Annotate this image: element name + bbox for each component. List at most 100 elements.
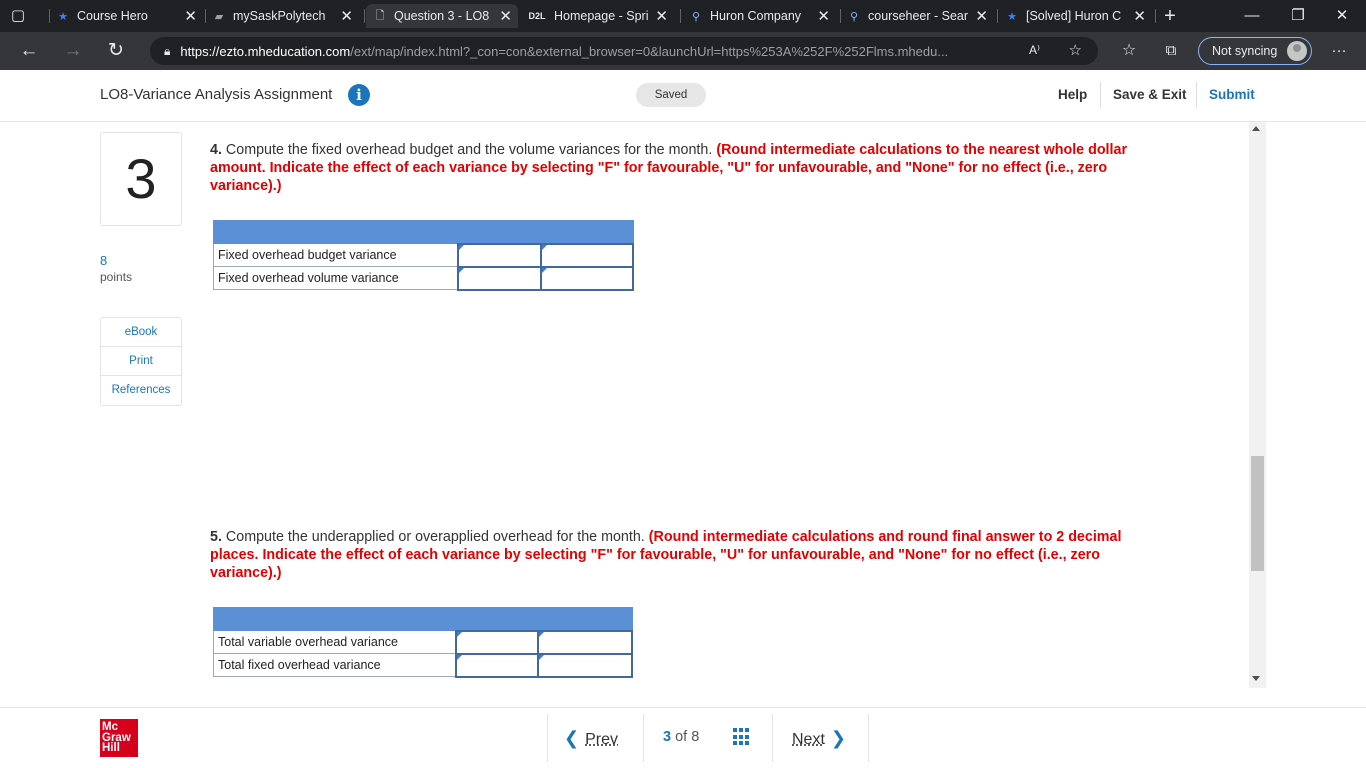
document-icon: 🗋 [375, 9, 385, 22]
add-favorite-icon[interactable]: ☆ [1069, 41, 1082, 59]
star-icon: ★ [1007, 10, 1017, 23]
question-5-prompt: 5. Compute the underapplied or overappli… [210, 528, 1160, 582]
search-icon: ⚲ [849, 10, 859, 23]
tab-mysaskpolytech[interactable]: ▰ mySaskPolytech ✕ [211, 4, 359, 28]
tab-solved-huron[interactable]: ★ [Solved] Huron C ✕ [1004, 4, 1152, 28]
table-row: Total variable overhead variance [212, 629, 633, 655]
close-icon[interactable]: ✕ [499, 7, 512, 25]
question-4-prompt: 4. Compute the fixed overhead budget and… [210, 141, 1160, 195]
footer-nav: Mc Graw Hill ❮ Prev 3 of 8 Next ❯ [0, 707, 1366, 768]
next-button[interactable]: Next ❯ [792, 728, 846, 749]
tab-homepage[interactable]: D2L Homepage - Spri ✕ [526, 4, 674, 28]
more-icon[interactable]: ··· [1326, 39, 1352, 63]
submit-button[interactable]: Submit [1209, 87, 1255, 102]
scrollbar-track[interactable] [1249, 122, 1266, 688]
amount-input[interactable] [454, 652, 540, 678]
close-icon[interactable]: ✕ [817, 7, 830, 25]
sync-button[interactable]: Not syncing [1198, 37, 1312, 65]
question-number-label: 4. [210, 142, 222, 158]
question-text: Compute the fixed overhead budget and th… [225, 142, 713, 158]
search-icon: ⚲ [691, 10, 701, 23]
amount-input[interactable] [454, 629, 540, 655]
tab-separator [205, 9, 206, 23]
effect-dropdown[interactable] [537, 652, 633, 678]
tab-actions-icon[interactable]: ▢ [2, 4, 34, 28]
close-icon[interactable]: ✕ [975, 7, 988, 25]
grid-icon[interactable] [733, 728, 751, 746]
minimize-icon[interactable]: — [1236, 4, 1268, 28]
page-indicator[interactable]: 3 of 8 [663, 729, 699, 745]
logo-text: Mc [102, 721, 118, 733]
amount-input[interactable] [456, 265, 543, 291]
chevron-left-icon: ❮ [564, 728, 580, 748]
favorites-icon[interactable]: ☆ [1116, 39, 1142, 63]
prev-label: Prev [585, 731, 618, 748]
tab-question-3[interactable]: 🗋 Question 3 - LO8 ✕ [366, 4, 518, 28]
tab-courseheer[interactable]: ⚲ courseheer - Sear ✕ [846, 4, 994, 28]
scrollbar-thumb[interactable] [1251, 456, 1264, 571]
tab-title: mySaskPolytech [233, 9, 326, 23]
refresh-icon[interactable]: ↻ [103, 39, 129, 63]
scroll-down-icon[interactable] [1252, 676, 1260, 681]
close-icon[interactable]: ✕ [184, 7, 197, 25]
question-text: Compute the underapplied or overapplied … [225, 529, 645, 545]
effect-dropdown[interactable] [537, 629, 633, 655]
help-button[interactable]: Help [1058, 87, 1087, 102]
question-number: 3 [100, 132, 182, 226]
address-bar[interactable]: 🔒︎ https://ezto.mheducation.com/ext/map/… [150, 37, 1098, 65]
back-icon[interactable]: ← [16, 39, 42, 63]
footer-divider [772, 714, 773, 762]
points-info: 8 points [100, 253, 132, 284]
assignment-title: LO8-Variance Analysis Assignment [100, 86, 333, 103]
close-icon[interactable]: ✕ [1133, 7, 1146, 25]
row-label: Fixed overhead volume variance [212, 266, 459, 290]
footer-divider [547, 714, 548, 762]
forward-icon[interactable]: → [60, 39, 86, 63]
table-header-row [213, 607, 633, 631]
browser-tab-bar: ▢ ★ Course Hero ✕ ▰ mySaskPolytech ✕ 🗋 Q… [0, 0, 1366, 32]
collections-icon[interactable]: ⧉ [1158, 39, 1184, 63]
tab-title: Course Hero [77, 9, 148, 23]
print-link[interactable]: Print [101, 347, 181, 376]
row-label: Fixed overhead budget variance [212, 243, 459, 267]
save-exit-button[interactable]: Save & Exit [1113, 87, 1187, 102]
effect-dropdown[interactable] [540, 242, 634, 268]
scroll-up-icon[interactable] [1252, 126, 1260, 131]
browser-toolbar: ← → ↻ 🔒︎ https://ezto.mheducation.com/ex… [0, 32, 1366, 70]
row-label: Total fixed overhead variance [212, 653, 457, 677]
header-divider [1100, 82, 1101, 108]
restore-icon[interactable]: ❐ [1282, 4, 1314, 28]
sync-label: Not syncing [1212, 44, 1278, 58]
saved-status-badge: Saved [636, 83, 706, 107]
footer-divider [868, 714, 869, 762]
close-icon[interactable]: ✕ [655, 7, 668, 25]
ebook-link[interactable]: eBook [101, 318, 181, 347]
tab-separator [364, 9, 365, 23]
effect-dropdown[interactable] [540, 265, 634, 291]
tab-title: Question 3 - LO8 [394, 9, 490, 23]
tab-title: Huron Company [710, 9, 802, 23]
question-number-label: 5. [210, 529, 222, 545]
tab-title: Homepage - Spri [554, 9, 649, 23]
prev-button[interactable]: ❮ Prev [564, 728, 618, 749]
close-icon[interactable]: ✕ [340, 7, 353, 25]
logo-text: Hill [102, 742, 120, 754]
read-aloud-icon[interactable]: A⁾ [1029, 43, 1040, 57]
tab-huron-company[interactable]: ⚲ Huron Company ✕ [688, 4, 836, 28]
tab-title: [Solved] Huron C [1026, 9, 1122, 23]
close-window-icon[interactable]: ✕ [1326, 4, 1358, 28]
resource-links: eBook Print References [100, 317, 182, 406]
header-divider [1196, 82, 1197, 108]
tab-course-hero[interactable]: ★ Course Hero ✕ [55, 4, 203, 28]
flag-icon: ▰ [214, 10, 224, 23]
tab-separator [49, 9, 50, 23]
amount-input[interactable] [456, 242, 543, 268]
assignment-header: LO8-Variance Analysis Assignment i Saved… [0, 70, 1366, 122]
references-link[interactable]: References [101, 376, 181, 405]
footer-divider [643, 714, 644, 762]
new-tab-icon[interactable]: + [1154, 4, 1186, 28]
next-label: Next [792, 731, 825, 748]
table-row: Fixed overhead volume variance [212, 265, 634, 291]
table-row: Fixed overhead budget variance [212, 242, 634, 268]
info-icon[interactable]: i [348, 84, 370, 106]
